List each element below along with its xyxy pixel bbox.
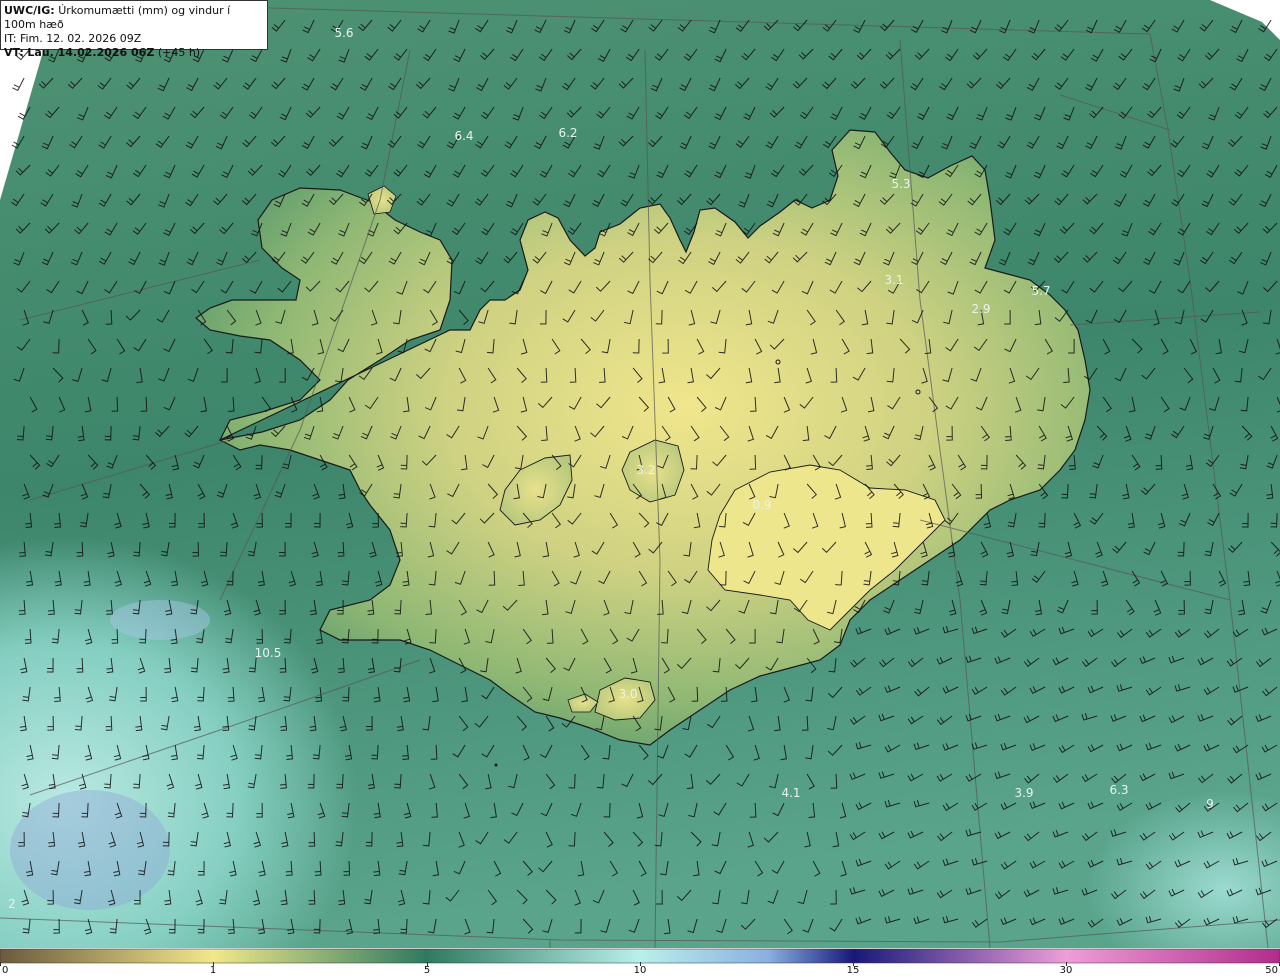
it-label: IT:: [4, 32, 17, 45]
se-wet-zone: [820, 620, 1280, 948]
legend-ticks: 0 1 5 10 15 30 50: [0, 962, 1280, 978]
vt-value: Lau. 14.02.2026 06Z: [27, 46, 155, 59]
legend-tick-mark: [640, 962, 641, 966]
map-value-label: 6.3: [1109, 783, 1128, 797]
legend-tick-label: 50: [1265, 965, 1278, 976]
legend-tick-label: 0: [2, 965, 9, 976]
mid-blue-patch: [110, 600, 210, 640]
legend-tick-label: 15: [846, 965, 860, 976]
precipitation-map[interactable]: 5.6 6.4 6.2 5.3 3.1 5.7 2.9 3.2 0.9 10.5 3.0 4.1 3.9…: [0, 0, 1280, 948]
legend-tick-mark: [213, 962, 214, 966]
map-value-label: 3.1: [884, 273, 903, 287]
legend-tick-label: 10: [633, 965, 647, 976]
legend-tick-mark: [853, 962, 854, 966]
legend-tick-mark: [427, 962, 428, 966]
legend-tick-label: 30: [1059, 965, 1073, 976]
map-value-label: 0.9: [752, 498, 771, 512]
map-value-label: 2.9: [971, 302, 990, 316]
map-value-label: 5.7: [1031, 284, 1050, 298]
model-label: UWC/IG:: [4, 4, 55, 17]
map-value-label: 5.3: [891, 177, 910, 191]
map-value-label: 6.2: [558, 126, 577, 140]
map-value-label: 9: [1206, 797, 1214, 811]
legend-tick-label: 5: [423, 965, 431, 976]
map-value-label: 10.5: [255, 646, 282, 660]
map-area[interactable]: 5.6 6.4 6.2 5.3 3.1 5.7 2.9 3.2 0.9 10.5 3.0 4.1 3.9…: [0, 0, 1280, 948]
vt-label: VT:: [4, 46, 24, 59]
map-value-label: 2: [8, 897, 16, 911]
legend-tick-label: 1: [209, 965, 217, 976]
wind-barb: [12, 77, 25, 92]
map-value-label: 3.9: [1014, 786, 1033, 800]
lead-time: (+45 h): [157, 46, 201, 59]
map-value-label: 3.2: [636, 463, 655, 477]
title-line: UWC/IG: Úrkomumætti (mm) og vindur í 100…: [4, 4, 264, 32]
it-line: IT: Fim. 12. 02. 2026 09Z: [4, 32, 264, 46]
map-value-label: 6.4: [454, 129, 473, 143]
map-value-label: 5.6: [334, 26, 353, 40]
island-dot: [494, 763, 498, 767]
legend-tick-mark: [0, 962, 1, 966]
map-value-label: 4.1: [781, 786, 800, 800]
map-value-label: 3.0: [618, 687, 637, 701]
legend-tick-mark: [1066, 962, 1067, 966]
it-value: Fim. 12. 02. 2026 09Z: [19, 32, 142, 45]
vt-line: VT: Lau. 14.02.2026 06Z (+45 h): [4, 46, 264, 60]
info-box: UWC/IG: Úrkomumætti (mm) og vindur í 100…: [0, 0, 268, 59]
